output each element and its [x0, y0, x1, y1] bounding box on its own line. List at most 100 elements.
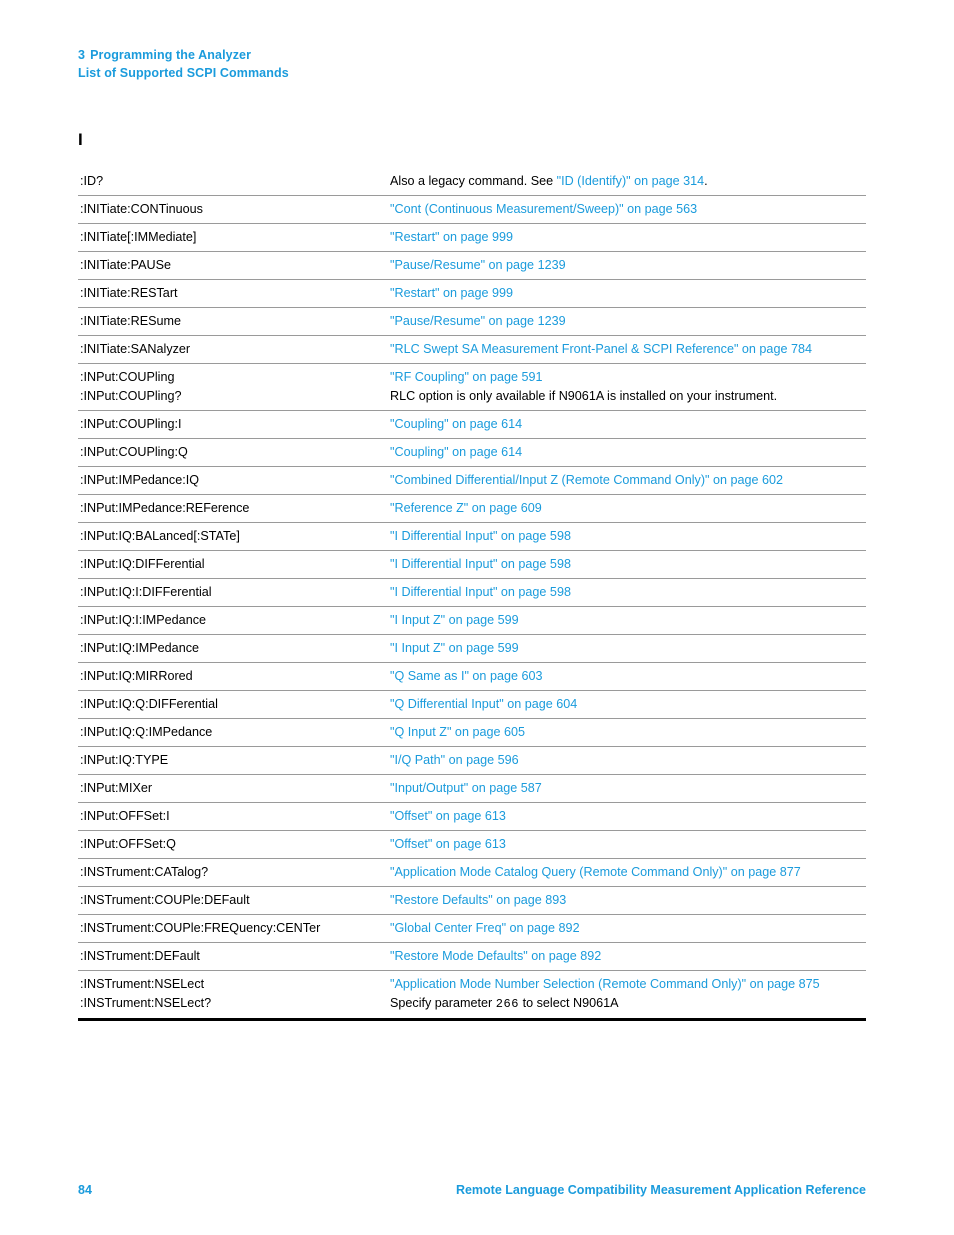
- cross-reference-link[interactable]: "RF Coupling" on page 591: [390, 370, 542, 384]
- table-row: :INPut:IMPedance:IQ "Combined Differentia…: [78, 467, 866, 495]
- cross-reference-link[interactable]: "Q Input Z" on page 605: [390, 725, 525, 739]
- description-line: "Combined Differential/Input Z (Remote C…: [390, 471, 866, 490]
- footer-book-title: Remote Language Compatibility Measuremen…: [455, 1183, 866, 1197]
- description-line: "Q Same as I" on page 603: [390, 667, 866, 686]
- description-cell: "RLC Swept SA Measurement Front-Panel & …: [390, 340, 866, 359]
- header-chapter-title: Programming the Analyzer: [90, 48, 252, 62]
- command-cell: :INSTrument:NSELect:INSTrument:NSELect?: [78, 975, 390, 1013]
- cross-reference-link[interactable]: "Pause/Resume" on page 1239: [390, 258, 566, 272]
- description-cell: "Application Mode Number Selection (Remo…: [390, 975, 866, 1014]
- scpi-command: :INITiate:PAUSe: [80, 258, 171, 272]
- description-line: "I Input Z" on page 599: [390, 611, 866, 630]
- command-cell: :INPut:IQ:I:IMPedance: [78, 611, 390, 630]
- table-row: :INPut:IQ:MIRRored "Q Same as I" on page …: [78, 663, 866, 691]
- cross-reference-link[interactable]: "Combined Differential/Input Z (Remote C…: [390, 473, 783, 487]
- scpi-command: :INPut:IQ:TYPE: [80, 753, 169, 767]
- cross-reference-link[interactable]: "RLC Swept SA Measurement Front-Panel & …: [390, 342, 812, 356]
- command-cell: :INITiate:SANalyzer: [78, 340, 390, 359]
- cross-reference-link[interactable]: "I Input Z" on page 599: [390, 641, 519, 655]
- scpi-command: :INSTrument:NSELect: [80, 977, 205, 991]
- description-cell: "Cont (Continuous Measurement/Sweep)" on…: [390, 200, 866, 219]
- description-line: "Application Mode Number Selection (Remo…: [390, 975, 866, 994]
- description-line: "Input/Output" on page 587: [390, 779, 866, 798]
- description-cell: "I Differential Input" on page 598: [390, 583, 866, 602]
- description-line: "Reference Z" on page 609: [390, 499, 866, 518]
- description-cell: "Restart" on page 999: [390, 284, 866, 303]
- table-row: :INSTrument:COUPle:FREQuency:CENTer "Glob…: [78, 915, 866, 943]
- command-cell: :INPut:COUPling:Q: [78, 443, 390, 462]
- table-row: :INPut:COUPling:I "Coupling" on page 614: [78, 411, 866, 439]
- scpi-command: :INPut:IQ:Q:IMPedance: [80, 725, 213, 739]
- description-line: "Restart" on page 999: [390, 284, 866, 303]
- cross-reference-link[interactable]: "I/Q Path" on page 596: [390, 753, 519, 767]
- cross-reference-link[interactable]: "Input/Output" on page 587: [390, 781, 542, 795]
- command-cell: :INPut:COUPling:I: [78, 415, 390, 434]
- cross-reference-link[interactable]: "ID (Identify)" on page 314: [557, 174, 705, 188]
- command-cell: :INPut:MIXer: [78, 779, 390, 798]
- cross-reference-link[interactable]: "Reference Z" on page 609: [390, 501, 542, 515]
- description-line: "I Differential Input" on page 598: [390, 555, 866, 574]
- scpi-command: :INPut:COUPling?: [80, 389, 182, 403]
- command-cell: :INPut:IQ:MIRRored: [78, 667, 390, 686]
- scpi-command: :INPut:IMPedance:REFerence: [80, 501, 250, 515]
- table-row: :INSTrument:DEFault "Restore Mode Default…: [78, 943, 866, 971]
- cross-reference-link[interactable]: "Application Mode Catalog Query (Remote …: [390, 865, 801, 879]
- cross-reference-link[interactable]: "Offset" on page 613: [390, 809, 506, 823]
- description-text: .: [704, 174, 708, 188]
- table-row: :INPut:IQ:TYPE "I/Q Path" on page 596: [78, 747, 866, 775]
- description-line: "Coupling" on page 614: [390, 415, 866, 434]
- description-line: "RLC Swept SA Measurement Front-Panel & …: [390, 340, 866, 359]
- table-row: :INPut:IQ:BALanced[:STATe] "I Differentia…: [78, 523, 866, 551]
- scpi-command: :INITiate[:IMMediate]: [80, 230, 197, 244]
- cross-reference-link[interactable]: "Coupling" on page 614: [390, 445, 522, 459]
- cross-reference-link[interactable]: "I Input Z" on page 599: [390, 613, 519, 627]
- header-chapter-line: 3 Programming the Analyzer: [78, 46, 289, 64]
- table-row: :INPut:OFFSet:I "Offset" on page 613: [78, 803, 866, 831]
- scpi-command: :INSTrument:COUPle:DEFault: [80, 893, 250, 907]
- command-cell: :INPut:OFFSet:Q: [78, 835, 390, 854]
- description-cell: "Restore Defaults" on page 893: [390, 891, 866, 910]
- command-cell: :INPut:IQ:I:DIFFerential: [78, 583, 390, 602]
- cross-reference-link[interactable]: "Restart" on page 999: [390, 286, 513, 300]
- description-line: "Offset" on page 613: [390, 807, 866, 826]
- cross-reference-link[interactable]: "Cont (Continuous Measurement/Sweep)" on…: [390, 202, 697, 216]
- document-page: 3 Programming the Analyzer List of Suppor…: [0, 0, 954, 1235]
- cross-reference-link[interactable]: "Restore Mode Defaults" on page 892: [390, 949, 601, 963]
- cross-reference-link[interactable]: "I Differential Input" on page 598: [390, 529, 571, 543]
- table-row: :INPut:IMPedance:REFerence "Reference Z" …: [78, 495, 866, 523]
- scpi-command: :INPut:IQ:Q:DIFFerential: [80, 697, 218, 711]
- scpi-command: :INPut:IQ:IMPedance: [80, 641, 199, 655]
- description-line: "Pause/Resume" on page 1239: [390, 312, 866, 331]
- table-row: :INPut:IQ:DIFFerential "I Differential In…: [78, 551, 866, 579]
- table-row: :INITiate:SANalyzer "RLC Swept SA Measure…: [78, 336, 866, 364]
- cross-reference-link[interactable]: "Restore Defaults" on page 893: [390, 893, 566, 907]
- header-section-title: List of Supported SCPI Commands: [78, 66, 289, 80]
- description-line: "Cont (Continuous Measurement/Sweep)" on…: [390, 200, 866, 219]
- cross-reference-link[interactable]: "Pause/Resume" on page 1239: [390, 314, 566, 328]
- description-cell: "Application Mode Catalog Query (Remote …: [390, 863, 866, 882]
- command-cell: :INPut:IQ:TYPE: [78, 751, 390, 770]
- cross-reference-link[interactable]: "Global Center Freq" on page 892: [390, 921, 580, 935]
- table-row: :INPut:COUPling:Q "Coupling" on page 614: [78, 439, 866, 467]
- cross-reference-link[interactable]: "I Differential Input" on page 598: [390, 585, 571, 599]
- table-row: :INPut:IQ:I:DIFFerential "I Differential …: [78, 579, 866, 607]
- cross-reference-link[interactable]: "Coupling" on page 614: [390, 417, 522, 431]
- description-line: "RF Coupling" on page 591: [390, 368, 866, 387]
- description-cell: "Pause/Resume" on page 1239: [390, 312, 866, 331]
- table-row: :INPut:COUPling:INPut:COUPling? "RF Coupl…: [78, 364, 866, 411]
- cross-reference-link[interactable]: "Q Differential Input" on page 604: [390, 697, 577, 711]
- description-cell: "Global Center Freq" on page 892: [390, 919, 866, 938]
- description-line: "Pause/Resume" on page 1239: [390, 256, 866, 275]
- scpi-command-table: :ID? Also a legacy command. See "ID (Iden…: [78, 168, 866, 1021]
- command-cell: :INPut:OFFSet:I: [78, 807, 390, 826]
- cross-reference-link[interactable]: "Application Mode Number Selection (Remo…: [390, 977, 820, 991]
- cross-reference-link[interactable]: "Q Same as I" on page 603: [390, 669, 542, 683]
- description-line: "Q Input Z" on page 605: [390, 723, 866, 742]
- description-text: Specify parameter: [390, 996, 496, 1010]
- table-row: :INITiate:PAUSe "Pause/Resume" on page 12…: [78, 252, 866, 280]
- description-line: "Global Center Freq" on page 892: [390, 919, 866, 938]
- cross-reference-link[interactable]: "I Differential Input" on page 598: [390, 557, 571, 571]
- header-chapter-number: 3: [78, 48, 86, 62]
- cross-reference-link[interactable]: "Offset" on page 613: [390, 837, 506, 851]
- cross-reference-link[interactable]: "Restart" on page 999: [390, 230, 513, 244]
